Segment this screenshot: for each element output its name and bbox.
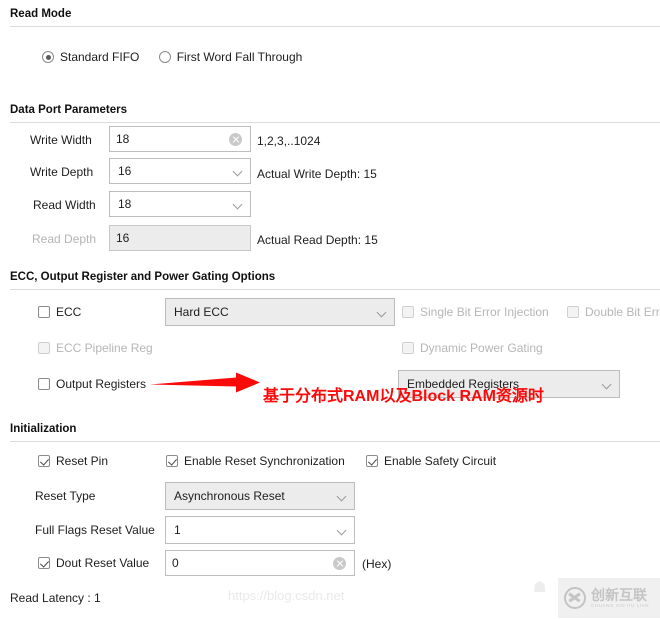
checkbox-box-icon bbox=[402, 342, 414, 354]
checkbox-label-output-registers: Output Registers bbox=[56, 377, 147, 391]
write-width-value: 18 bbox=[116, 132, 130, 146]
section-header-initialization: Initialization bbox=[10, 423, 77, 435]
radio-dot-icon bbox=[158, 51, 171, 63]
fifo-generator-config-panel: Read Mode Standard FIFO First Word Fall … bbox=[0, 0, 660, 619]
checkbox-double-bit-error: Double Bit Err bbox=[567, 305, 660, 319]
hint-write-width: 1,2,3,..1024 bbox=[257, 134, 321, 148]
checkbox-box-icon bbox=[402, 306, 414, 318]
write-depth-select[interactable]: 16 bbox=[109, 158, 251, 184]
chevron-down-icon bbox=[602, 379, 613, 390]
write-width-input[interactable]: 18 bbox=[109, 126, 251, 152]
divider-initialization bbox=[10, 441, 660, 442]
checkbox-enable-reset-synchronization[interactable]: Enable Reset Synchronization bbox=[166, 454, 345, 468]
checkbox-box-icon bbox=[38, 378, 50, 390]
clear-circle-icon[interactable] bbox=[229, 132, 242, 146]
checkbox-reset-pin[interactable]: Reset Pin bbox=[38, 454, 108, 468]
checkbox-label-ecc: ECC bbox=[56, 305, 82, 319]
checkbox-output-registers[interactable]: Output Registers bbox=[38, 377, 146, 391]
label-write-depth: Write Depth bbox=[30, 165, 94, 179]
hint-actual-write-depth: Actual Write Depth: 15 bbox=[257, 167, 377, 181]
radio-label-standard-fifo: Standard FIFO bbox=[60, 50, 140, 64]
reset-type-value: Asynchronous Reset bbox=[174, 489, 285, 503]
read-width-value: 18 bbox=[118, 197, 132, 211]
divider-read-mode bbox=[10, 26, 660, 27]
write-depth-value: 16 bbox=[118, 164, 132, 178]
watermark-badge-pinyin: CHUANG XIN HU LIAN bbox=[591, 602, 650, 608]
reset-type-select[interactable]: Asynchronous Reset bbox=[165, 482, 355, 510]
label-write-width: Write Width bbox=[30, 133, 92, 147]
checkbox-enable-safety-circuit[interactable]: Enable Safety Circuit bbox=[366, 454, 496, 468]
chevron-down-icon bbox=[377, 307, 388, 318]
section-header-read-mode: Read Mode bbox=[10, 8, 72, 20]
checkbox-box-icon bbox=[567, 306, 579, 318]
section-header-ecc: ECC, Output Register and Power Gating Op… bbox=[10, 271, 276, 283]
checkbox-label-enable-reset-synchronization: Enable Reset Synchronization bbox=[184, 454, 345, 468]
red-arrow-icon bbox=[150, 372, 260, 393]
checkbox-box-icon bbox=[38, 342, 50, 354]
watermark-badge-cn: 创新互联 bbox=[591, 586, 647, 603]
ecc-mode-value: Hard ECC bbox=[174, 305, 229, 319]
checkbox-dout-reset-value[interactable]: Dout Reset Value bbox=[38, 556, 149, 570]
checkbox-label-ecc-pipeline-reg: ECC Pipeline Reg bbox=[56, 341, 153, 355]
checkbox-dynamic-power-gating: Dynamic Power Gating bbox=[402, 341, 543, 355]
checkbox-label-dynamic-power-gating: Dynamic Power Gating bbox=[420, 341, 543, 355]
radio-standard-fifo[interactable]: Standard FIFO bbox=[42, 50, 139, 64]
dout-reset-value-input[interactable]: 0 bbox=[165, 550, 355, 576]
x-circle-logo-icon bbox=[564, 587, 586, 609]
label-full-flags-reset-value: Full Flags Reset Value bbox=[35, 523, 155, 537]
clear-circle-icon[interactable] bbox=[333, 556, 346, 570]
full-flags-reset-value: 1 bbox=[174, 523, 181, 537]
annotation-text: 基于分布式RAM以及Block RAM资源时 bbox=[263, 388, 544, 405]
watermark-badge-text: 创新互联 CHUANG XIN HU LIAN bbox=[591, 588, 649, 609]
hint-actual-read-depth: Actual Read Depth: 15 bbox=[257, 233, 378, 247]
read-depth-value: 16 bbox=[116, 231, 130, 245]
checkbox-box-icon bbox=[366, 455, 378, 467]
chevron-down-icon bbox=[337, 525, 348, 536]
divider-data-port bbox=[10, 122, 660, 123]
read-mode-radio-group: Standard FIFO First Word Fall Through bbox=[42, 50, 302, 66]
read-depth-input: 16 bbox=[109, 225, 251, 251]
label-reset-type: Reset Type bbox=[35, 489, 96, 503]
watermark-doodle-icon: ☗ bbox=[533, 579, 547, 596]
label-read-width: Read Width bbox=[33, 198, 96, 212]
checkbox-label-single-bit-error-injection: Single Bit Error Injection bbox=[420, 305, 549, 319]
checkbox-ecc[interactable]: ECC bbox=[38, 305, 81, 319]
read-width-select[interactable]: 18 bbox=[109, 191, 251, 217]
checkbox-box-icon bbox=[38, 557, 50, 569]
checkbox-ecc-pipeline-reg: ECC Pipeline Reg bbox=[38, 341, 153, 355]
checkbox-label-reset-pin: Reset Pin bbox=[56, 454, 109, 468]
checkbox-box-icon bbox=[166, 455, 178, 467]
radio-label-first-word-fall-through: First Word Fall Through bbox=[176, 50, 303, 64]
checkbox-box-icon bbox=[38, 306, 50, 318]
checkbox-label-double-bit-error: Double Bit Err bbox=[585, 305, 660, 319]
checkbox-label-dout-reset-value: Dout Reset Value bbox=[56, 556, 150, 570]
watermark-url: https://blog.csdn.net bbox=[228, 588, 345, 603]
chevron-down-icon bbox=[233, 199, 244, 210]
ecc-mode-select[interactable]: Hard ECC bbox=[165, 298, 395, 326]
chevron-down-icon bbox=[233, 166, 244, 177]
radio-first-word-fall-through[interactable]: First Word Fall Through bbox=[158, 50, 303, 64]
radio-dot-icon bbox=[42, 51, 54, 63]
full-flags-reset-value-select[interactable]: 1 bbox=[165, 516, 355, 544]
watermark-badge: 创新互联 CHUANG XIN HU LIAN bbox=[558, 578, 660, 618]
section-header-data-port: Data Port Parameters bbox=[10, 104, 127, 116]
read-latency-text: Read Latency : 1 bbox=[10, 591, 101, 605]
dout-reset-value: 0 bbox=[172, 556, 179, 570]
chevron-down-icon bbox=[337, 491, 348, 502]
divider-ecc bbox=[10, 289, 660, 290]
checkbox-label-enable-safety-circuit: Enable Safety Circuit bbox=[384, 454, 497, 468]
checkbox-single-bit-error-injection: Single Bit Error Injection bbox=[402, 305, 549, 319]
label-read-depth: Read Depth bbox=[32, 232, 97, 246]
label-dout-hex-suffix: (Hex) bbox=[362, 557, 392, 571]
checkbox-box-icon bbox=[38, 455, 50, 467]
